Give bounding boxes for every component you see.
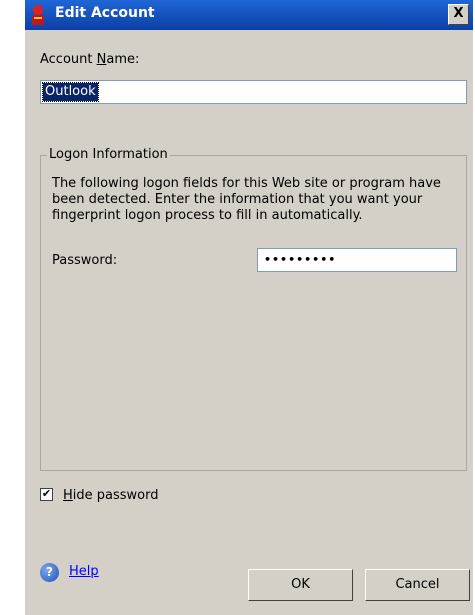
help-link[interactable]: Help (69, 564, 99, 579)
cancel-button[interactable]: Cancel (365, 569, 470, 601)
account-name-label: Account Name: (40, 52, 140, 67)
account-name-input[interactable]: Outlook (40, 80, 467, 104)
title-bar: Edit Account X (25, 0, 473, 30)
logon-description: The following logon fields for this Web … (52, 176, 441, 223)
fingerprint-lock-icon (32, 5, 44, 25)
logon-information-group: Logon Information The following logon fi… (40, 147, 467, 471)
password-label: Password: (52, 253, 118, 268)
password-input[interactable]: ••••••••• (257, 248, 457, 272)
hide-password-label[interactable]: Hide password (63, 488, 159, 503)
edit-account-dialog: Edit Account X Account Name: Outlook Log… (25, 0, 473, 615)
hide-password-checkbox[interactable]: ✔ (40, 488, 53, 501)
logon-group-title: Logon Information (47, 147, 170, 163)
account-name-value: Outlook (42, 82, 99, 102)
window-title: Edit Account (55, 5, 155, 21)
ok-button[interactable]: OK (248, 569, 353, 601)
close-button[interactable]: X (448, 4, 469, 25)
help-icon[interactable]: ? (40, 563, 59, 582)
